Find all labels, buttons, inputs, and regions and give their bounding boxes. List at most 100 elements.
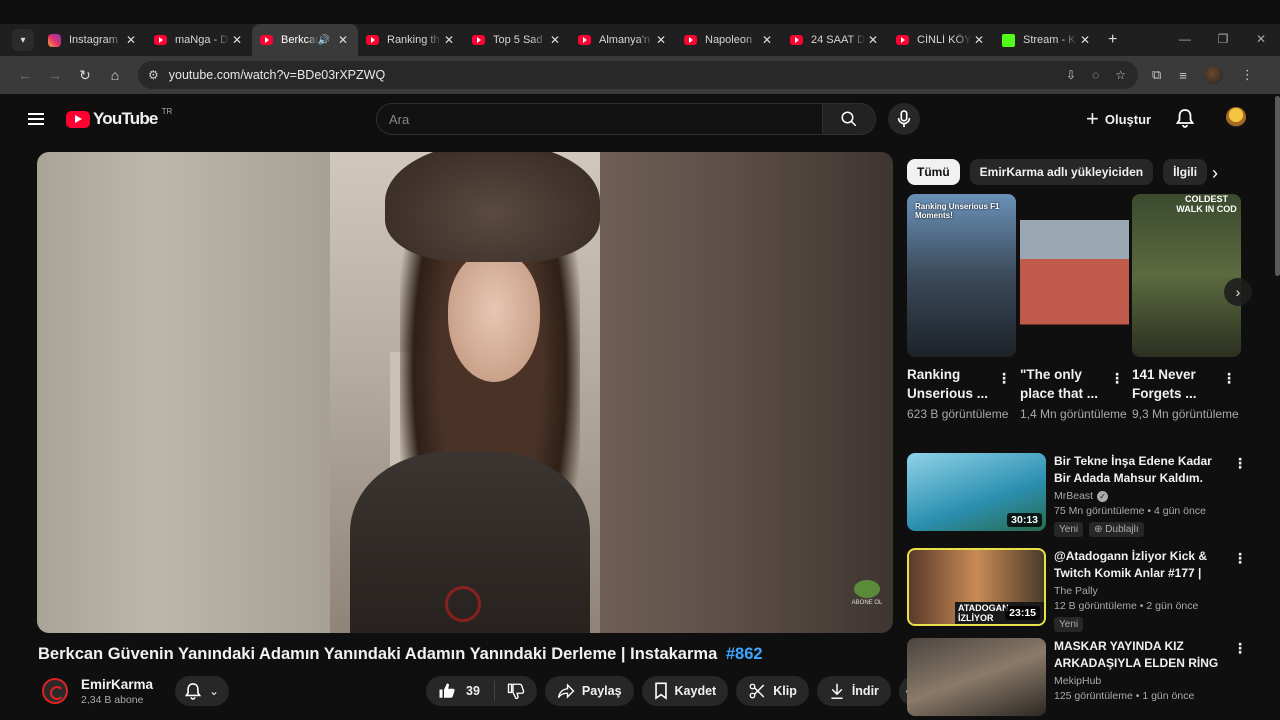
voice-search-button[interactable] — [888, 103, 920, 135]
browser-tab[interactable]: Ranking th ✕ — [358, 24, 464, 56]
create-label: Oluştur — [1104, 111, 1152, 127]
extensions-icon[interactable]: ⧉ — [1152, 67, 1161, 83]
short-item[interactable]: "The only place that ... 1,4 Mn görüntül… — [1020, 194, 1129, 422]
home-icon[interactable]: ⌂ — [100, 67, 130, 83]
close-icon[interactable]: ✕ — [654, 33, 668, 47]
short-title[interactable]: 141 Never Forgets ... — [1132, 365, 1217, 403]
channel-avatar[interactable] — [42, 678, 68, 704]
short-thumbnail[interactable]: Ranking Unserious F1 Moments! — [907, 194, 1016, 357]
short-thumbnail[interactable]: COLDEST WALK IN COD — [1132, 194, 1241, 357]
recommended-video[interactable]: MASKAR YAYINDA KIZ ARKADAŞIYLA ELDEN RİN… — [907, 638, 1247, 716]
video-title[interactable]: MASKAR YAYINDA KIZ ARKADAŞIYLA ELDEN RİN… — [1054, 638, 1224, 672]
channel-watermark-icon — [445, 586, 481, 622]
browser-tab[interactable]: maNga - D ✕ — [146, 24, 252, 56]
close-icon[interactable]: ✕ — [124, 33, 138, 47]
close-icon[interactable]: ✕ — [760, 33, 774, 47]
like-button[interactable]: 39 — [426, 681, 495, 701]
subscribe-watermark[interactable]: ABONE OL — [851, 580, 883, 606]
tab-label: Top 5 Sad — [493, 34, 543, 46]
download-button[interactable]: İndir — [816, 676, 891, 706]
video-title[interactable]: @Atadogann İzliyor Kick & Twitch Komik A… — [1054, 548, 1224, 582]
menu-icon[interactable] — [28, 110, 44, 128]
short-title[interactable]: Ranking Unserious ... — [907, 365, 992, 403]
share-button[interactable]: Paylaş — [544, 676, 634, 706]
related-chips: Tümü EmirKarma adlı yükleyiciden İlgili — [907, 159, 1208, 185]
new-tab-button[interactable]: + — [1108, 31, 1117, 49]
video-thumbnail[interactable]: ATADOGAN İZLİYOR 23:15 — [907, 548, 1046, 626]
search-input[interactable] — [376, 103, 822, 135]
browser-menu-icon[interactable]: ⋮ — [1241, 67, 1254, 83]
browser-tab-active[interactable]: Berkcan 🔊 ✕ — [252, 24, 358, 56]
short-title[interactable]: "The only place that ... — [1020, 365, 1105, 403]
bookmark-star-icon[interactable]: ☆ — [1115, 68, 1126, 82]
short-item[interactable]: COLDEST WALK IN COD 141 Never Forgets ..… — [1132, 194, 1241, 422]
close-icon[interactable]: ✕ — [336, 33, 350, 47]
back-icon[interactable]: ← — [10, 67, 40, 83]
recommended-video[interactable]: ATADOGAN İZLİYOR 23:15 @Atadogann İzliyor… — [907, 548, 1247, 632]
more-vertical-icon[interactable]: ⋮ — [1233, 455, 1247, 472]
more-vertical-icon[interactable]: ⋮ — [1222, 370, 1236, 387]
install-app-icon[interactable]: ⇩ — [1066, 68, 1076, 82]
channel-name[interactable]: MekipHub — [1054, 675, 1101, 687]
page-scrollbar[interactable] — [1275, 96, 1280, 276]
youtube-header: YouTube TR + Oluştur — [0, 96, 1276, 142]
browser-tab[interactable]: Top 5 Sad ✕ — [464, 24, 570, 56]
more-vertical-icon[interactable]: ⋮ — [1233, 640, 1247, 657]
speaker-icon[interactable]: 🔊 — [318, 35, 330, 46]
video-player[interactable]: ABONE OL — [37, 152, 893, 633]
close-icon[interactable]: ✕ — [548, 33, 562, 47]
tab-search-button[interactable]: ▾ — [12, 29, 34, 51]
video-title-text: Berkcan Güvenin Yanındaki Adamın Yanında… — [38, 645, 718, 663]
browser-tab[interactable]: 24 SAAT D ✕ — [782, 24, 888, 56]
subscription-bell-button[interactable]: ⌄ — [175, 676, 230, 706]
browser-tab[interactable]: CİNLİ KÖY ✕ — [888, 24, 994, 56]
browser-tab[interactable]: Almanya'n ✕ — [570, 24, 676, 56]
window-close-icon[interactable]: ✕ — [1242, 24, 1280, 56]
profile-avatar[interactable] — [1204, 66, 1223, 84]
chip-from-uploader[interactable]: EmirKarma adlı yükleyiciden — [969, 159, 1154, 185]
like-dislike-group: 39 — [426, 676, 537, 706]
close-icon[interactable]: ✕ — [1078, 33, 1092, 47]
shorts-next-button[interactable]: › — [1224, 278, 1252, 306]
browser-tab[interactable]: Stream - K ✕ — [994, 24, 1100, 56]
media-control-icon[interactable]: ≡ — [1179, 68, 1187, 83]
short-item[interactable]: Ranking Unserious F1 Moments! Ranking Un… — [907, 194, 1016, 422]
youtube-logo[interactable]: YouTube TR — [66, 107, 172, 129]
eye-off-icon[interactable]: ◌ — [1092, 68, 1099, 82]
close-icon[interactable]: ✕ — [230, 33, 244, 47]
video-thumbnail[interactable] — [907, 638, 1046, 716]
chip-all[interactable]: Tümü — [907, 159, 960, 185]
clip-button[interactable]: Klip — [736, 676, 809, 706]
chip-related[interactable]: İlgili — [1163, 159, 1208, 185]
save-button[interactable]: Kaydet — [641, 676, 729, 706]
video-thumbnail[interactable]: 30:13 — [907, 453, 1046, 531]
close-icon[interactable]: ✕ — [442, 33, 456, 47]
short-thumbnail[interactable] — [1020, 194, 1129, 357]
video-title[interactable]: Bir Tekne İnşa Edene Kadar Bir Adada Mah… — [1054, 453, 1224, 487]
browser-tab[interactable]: Instagram ✕ — [40, 24, 146, 56]
more-vertical-icon[interactable]: ⋮ — [1233, 550, 1247, 567]
close-icon[interactable]: ✕ — [972, 33, 986, 47]
channel-name[interactable]: MrBeast — [1054, 490, 1093, 502]
channel-name[interactable]: The Pally — [1054, 585, 1098, 597]
create-button[interactable]: + Oluştur — [1086, 106, 1151, 132]
search-button[interactable] — [822, 103, 876, 135]
dislike-button[interactable] — [495, 682, 537, 700]
account-avatar[interactable] — [1226, 107, 1246, 127]
chevron-right-icon[interactable]: › — [1212, 163, 1218, 184]
reload-icon[interactable]: ↻ — [70, 67, 100, 84]
more-vertical-icon[interactable]: ⋮ — [997, 370, 1011, 387]
more-vertical-icon[interactable]: ⋮ — [1110, 370, 1124, 387]
site-info-icon[interactable]: ⚙ — [148, 68, 159, 82]
maximize-icon[interactable]: ❐ — [1204, 24, 1242, 56]
channel-name[interactable]: EmirKarma — [81, 677, 153, 692]
forward-icon[interactable]: → — [40, 67, 70, 83]
close-icon[interactable]: ✕ — [866, 33, 880, 47]
browser-tab[interactable]: Napoleon ✕ — [676, 24, 782, 56]
minimize-icon[interactable]: — — [1166, 24, 1204, 56]
hashtag-link[interactable]: #862 — [726, 645, 763, 663]
youtube-icon — [154, 35, 167, 45]
notifications-button[interactable] — [1176, 108, 1194, 128]
recommended-video[interactable]: 30:13 Bir Tekne İnşa Edene Kadar Bir Ada… — [907, 453, 1247, 537]
url-field[interactable]: ⚙ youtube.com/watch?v=BDe03rXPZWQ ⇩ ◌ ☆ — [138, 61, 1138, 89]
